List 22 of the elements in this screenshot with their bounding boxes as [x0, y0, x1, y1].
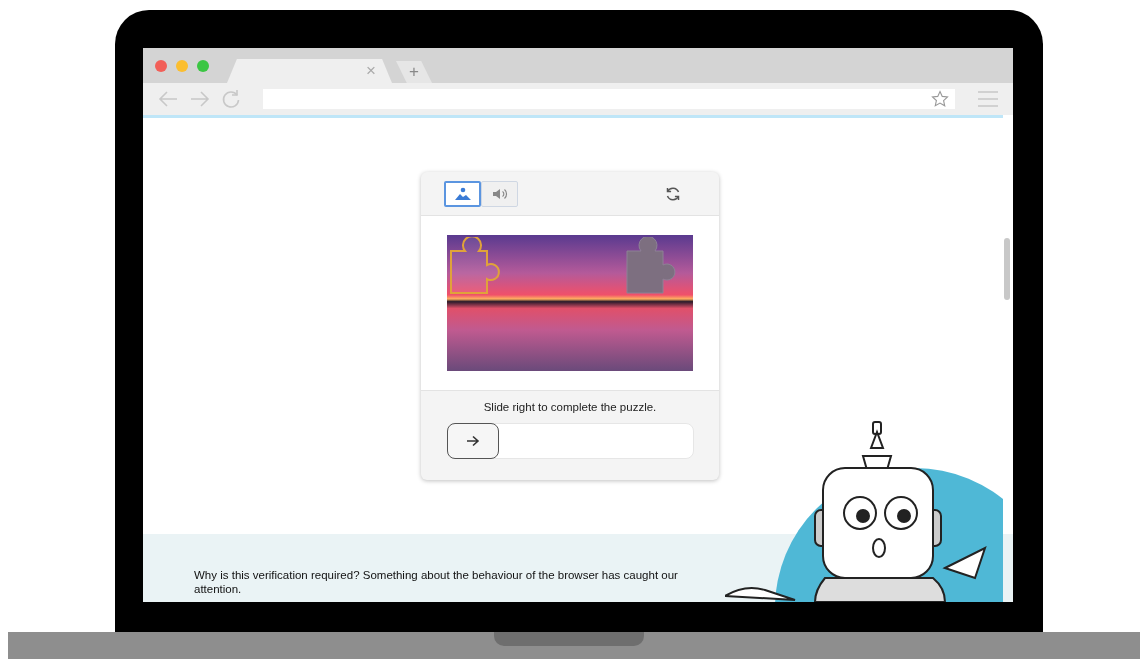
refresh-icon[interactable] — [665, 185, 681, 202]
new-tab-button[interactable]: + — [396, 61, 432, 83]
instruction-text: Slide right to complete the puzzle. — [483, 401, 657, 413]
image-mode-button[interactable] — [444, 180, 481, 207]
puzzle-slot-icon — [449, 237, 503, 295]
bookmark-star-icon[interactable] — [931, 90, 949, 108]
minimize-window-icon[interactable] — [176, 59, 188, 72]
slider-handle[interactable] — [446, 423, 499, 459]
scrollbar-thumb[interactable] — [1004, 238, 1010, 300]
right-arrow-icon — [465, 435, 480, 447]
close-window-icon[interactable] — [155, 59, 167, 72]
browser-tab[interactable]: × — [227, 59, 392, 83]
forward-icon[interactable] — [189, 90, 211, 108]
maximize-window-icon[interactable] — [197, 59, 209, 72]
notice-text: Why is this verification required? Something about the behaviour of the browser has caught our attention. — [194, 568, 679, 596]
audio-mode-button[interactable] — [481, 180, 518, 207]
reload-icon[interactable] — [221, 89, 241, 109]
menu-icon[interactable] — [977, 90, 999, 108]
back-icon[interactable] — [157, 90, 179, 108]
tab-close-button[interactable]: × — [366, 61, 376, 81]
landscape-icon — [453, 186, 472, 201]
speaker-icon — [491, 186, 508, 201]
